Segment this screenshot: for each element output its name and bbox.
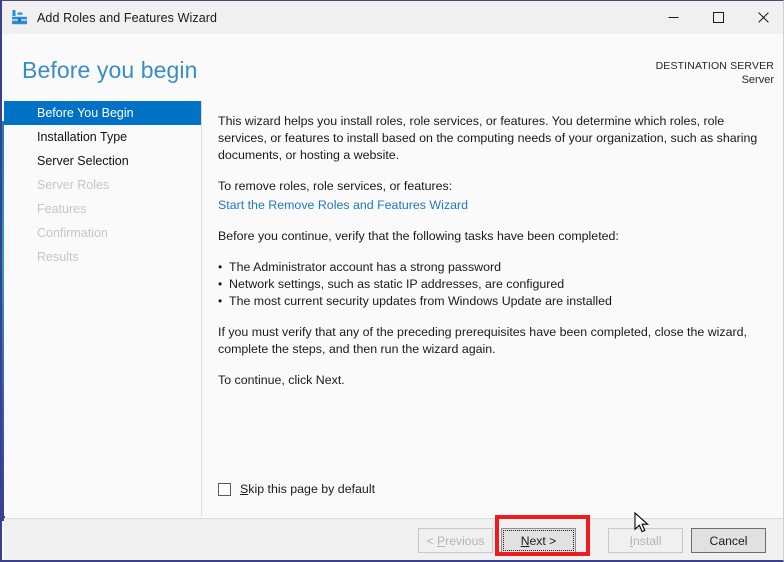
skip-page-checkbox-row[interactable]: Skip this page by default — [218, 482, 375, 496]
sidebar-item-server-selection[interactable]: Server Selection — [4, 149, 201, 173]
sidebar-item-server-roles: Server Roles — [37, 178, 110, 192]
window-controls — [651, 1, 783, 34]
page-title: Before you begin — [22, 57, 198, 83]
list-item: Network settings, such as static IP addr… — [218, 276, 768, 293]
next-button[interactable]: Next > — [501, 528, 576, 553]
skip-label-rest: kip this page by default — [248, 482, 376, 496]
prerequisite-task-list: The Administrator account has a strong p… — [218, 259, 768, 310]
next-accelerator: N — [520, 533, 530, 548]
page-header: Before you begin DESTINATION SERVER Serv… — [2, 34, 783, 87]
destination-server-value: Server — [741, 74, 774, 86]
sidebar-item-before-you-begin[interactable]: Before You Begin — [4, 101, 201, 125]
continue-note-text: To continue, click Next. — [218, 373, 345, 387]
close-button[interactable] — [741, 1, 783, 34]
list-item: The Administrator account has a strong p… — [218, 259, 768, 276]
sidebar-item-features: Features — [37, 202, 87, 216]
list-item: The most current security updates from W… — [218, 293, 768, 310]
skip-page-checkbox-label: Skip this page by default — [240, 482, 375, 496]
close-icon — [758, 12, 769, 23]
cancel-button[interactable]: Cancel — [691, 528, 766, 553]
remove-roles-wizard-link[interactable]: Start the Remove Roles and Features Wiza… — [218, 197, 468, 214]
destination-server-label: DESTINATION SERVER — [655, 60, 774, 72]
skip-page-checkbox[interactable] — [218, 482, 231, 496]
remove-prompt-text: To remove roles, role services, or featu… — [218, 179, 453, 193]
sidebar-item-installation-type[interactable]: Installation Type — [4, 125, 201, 149]
previous-label-rest: revious — [445, 533, 485, 548]
maximize-button[interactable] — [696, 1, 741, 34]
minimize-button[interactable] — [651, 1, 696, 34]
minimize-icon — [668, 17, 679, 18]
install-label-rest: nstall — [632, 533, 662, 548]
wizard-window: Add Roles and Features Wizard Before you… — [0, 0, 784, 562]
server-manager-toolbox-icon — [12, 9, 27, 24]
window-title: Add Roles and Features Wizard — [37, 10, 218, 25]
title-bar: Add Roles and Features Wizard — [2, 1, 783, 34]
next-label-rest: ext > — [529, 533, 557, 548]
verify-prompt-text: Before you continue, verify that the fol… — [218, 229, 619, 243]
button-bar: < Previous Next > Install Cancel — [4, 518, 783, 560]
destination-server-block: DESTINATION SERVER Server — [656, 59, 774, 87]
sidebar-item-results: Results — [37, 250, 79, 264]
install-button: Install — [608, 528, 683, 553]
previous-accelerator: P — [437, 533, 446, 548]
previous-button: < Previous — [418, 528, 493, 553]
sidebar-item-confirmation: Confirmation — [37, 226, 108, 240]
wizard-step-nav: Before You Begin Installation Type Serve… — [4, 101, 202, 516]
content-panel: This wizard helps you install roles, rol… — [202, 101, 783, 516]
intro-paragraph: This wizard helps you install roles, rol… — [218, 114, 758, 162]
maximize-icon — [713, 12, 724, 23]
prerequisite-note-text: If you must verify that any of the prece… — [218, 325, 747, 356]
